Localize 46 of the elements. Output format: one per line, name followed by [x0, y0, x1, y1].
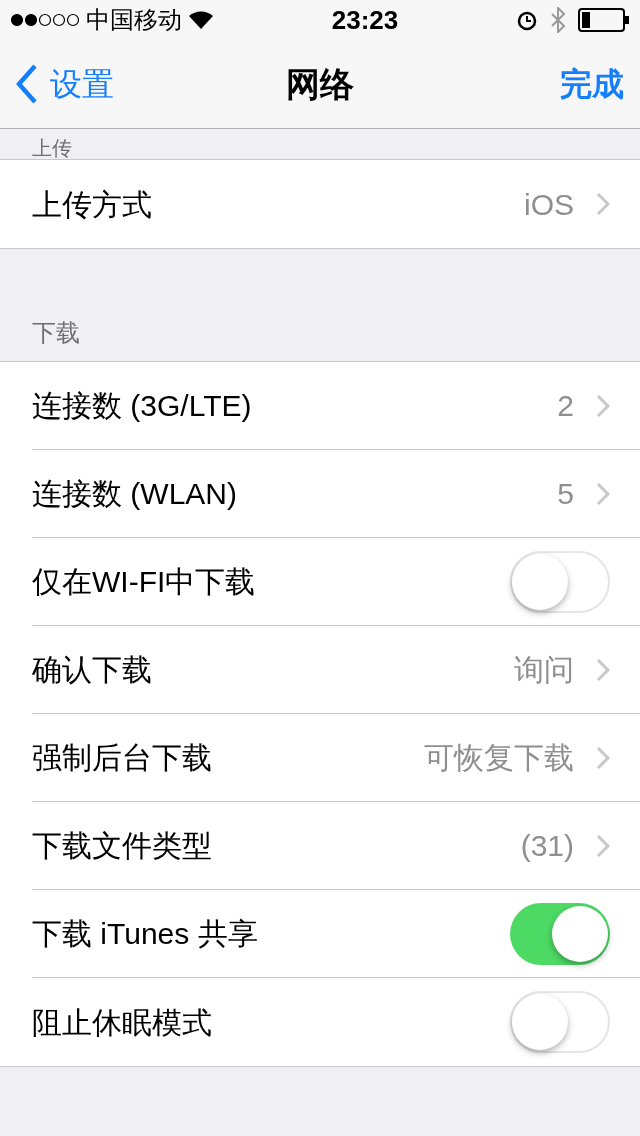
section-header: 上传 — [32, 137, 72, 159]
row-label: 下载文件类型 — [32, 828, 212, 864]
battery-icon — [578, 8, 630, 32]
chevron-icon — [596, 657, 610, 682]
chevron-icon — [596, 745, 610, 770]
row-label: 上传方式 — [32, 186, 152, 223]
settings-row[interactable]: 上传方式 iOS — [0, 160, 640, 248]
settings-row[interactable]: 下载文件类型 (31) — [0, 802, 640, 890]
chevron-icon — [596, 393, 610, 418]
chevron-icon — [596, 833, 610, 858]
settings-row[interactable]: 强制后台下载 可恢复下载 — [0, 714, 640, 802]
toggle-switch[interactable] — [510, 550, 610, 613]
alarm-icon — [516, 9, 538, 31]
nav-title: 网络 — [286, 63, 354, 105]
settings-row[interactable]: 下载 iTunes 共享 — [0, 890, 640, 978]
row-value: (31) — [520, 828, 574, 864]
toggle-switch[interactable] — [510, 991, 610, 1053]
bluetooth-icon — [550, 7, 566, 33]
settings-row[interactable]: 连接数 (3G/LTE) 2 — [0, 362, 640, 450]
carrier-name: 中国移动 — [86, 5, 182, 35]
settings-row[interactable]: 仅在WI-FI中下载 — [0, 538, 640, 626]
row-value: iOS — [524, 186, 574, 223]
status-time: 23:23 — [331, 3, 399, 37]
settings-row[interactable]: 确认下载 询问 — [0, 626, 640, 714]
row-value: 可恢复下载 — [424, 740, 574, 776]
row-label: 强制后台下载 — [32, 740, 212, 776]
row-label: 确认下载 — [32, 652, 152, 688]
settings-row[interactable]: 连接数 (WLAN) 5 — [0, 450, 640, 538]
chevron-icon — [596, 481, 610, 506]
signal-icon — [10, 13, 80, 27]
row-label: 仅在WI-FI中下载 — [32, 564, 256, 600]
row-label: 连接数 (3G/LTE) — [32, 388, 252, 424]
row-label: 阻止休眠模式 — [32, 1004, 212, 1041]
back-chevron-icon — [16, 64, 38, 104]
settings-row[interactable]: 阻止休眠模式 — [0, 978, 640, 1066]
row-value: 询问 — [514, 652, 574, 688]
toggle-switch[interactable] — [510, 902, 610, 965]
chevron-icon — [596, 192, 610, 216]
wifi-icon — [188, 10, 214, 30]
section-header: 下载 — [32, 318, 80, 348]
row-label: 下载 iTunes 共享 — [32, 916, 258, 952]
row-value: 2 — [557, 388, 574, 424]
row-value: 5 — [557, 476, 574, 512]
back-button[interactable]: 设置 — [16, 60, 114, 108]
done-button[interactable]: 完成 — [560, 60, 624, 108]
row-label: 连接数 (WLAN) — [32, 476, 237, 512]
